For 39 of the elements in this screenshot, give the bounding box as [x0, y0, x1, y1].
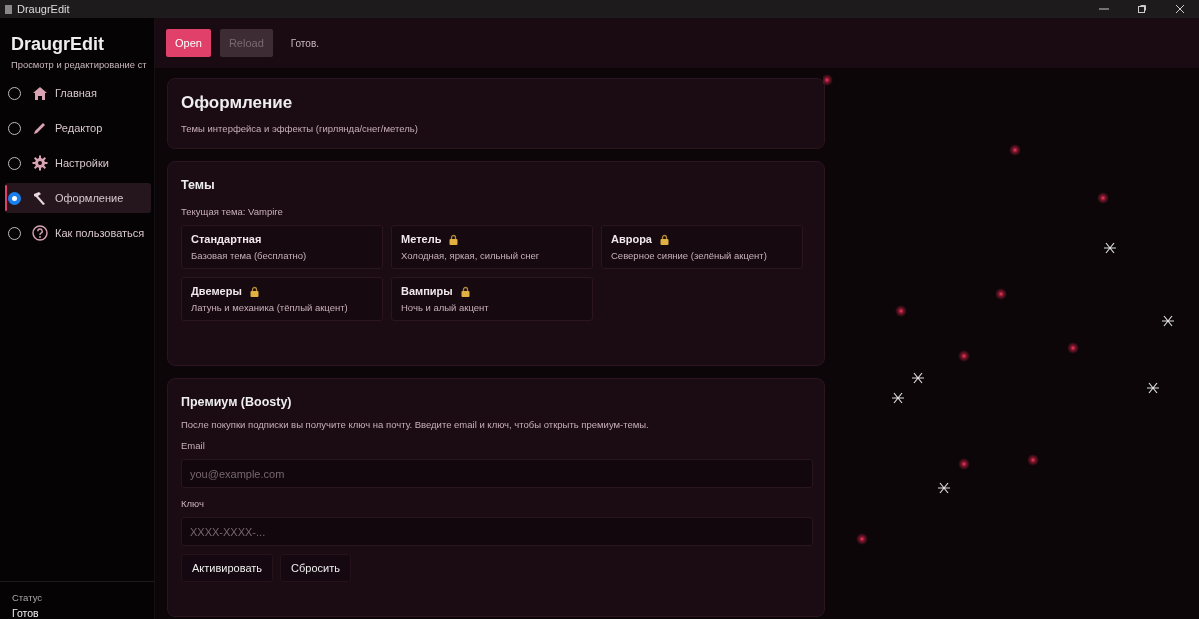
status-value: Готов	[12, 607, 40, 619]
nav-item[interactable]: Редактор	[5, 113, 151, 143]
theme-description: Латунь и механика (тёплый акцент)	[191, 302, 349, 313]
window-title: DraugrEdit	[17, 3, 71, 15]
action-button[interactable]: Активировать	[181, 554, 274, 582]
theme-option[interactable]: Двемеры Латунь и механика (тёплый акцент)	[181, 277, 383, 321]
theme-option[interactable]: Вампиры Ночь и алый акцент	[391, 277, 593, 321]
nav-item[interactable]: Как пользоваться	[5, 218, 151, 248]
theme-name: Двемеры	[191, 285, 242, 297]
premium-description: После покупки подписки вы получите ключ на почту. Введите email и ключ, чтобы открыть премиум-темы.	[181, 419, 650, 430]
nav-item[interactable]: Оформление	[5, 183, 151, 213]
action-button[interactable]: Сбросить	[280, 554, 351, 582]
field-label: Ключ	[181, 498, 205, 509]
theme-description: Ночь и алый акцент	[401, 302, 490, 313]
theme-name: Стандартная	[191, 233, 262, 245]
theme-name: Аврора	[611, 233, 652, 245]
field-label: Email	[181, 440, 206, 451]
current-theme-text: Текущая тема: Vampire	[181, 206, 284, 217]
input-field[interactable]: you@example.com	[181, 459, 813, 488]
theme-description: Холодная, яркая, сильный снег	[401, 250, 541, 261]
app-subtitle: Просмотр и редактирование ст	[11, 59, 148, 70]
section-title: Темы	[181, 178, 216, 192]
toolbar-button[interactable]: Open	[166, 29, 211, 57]
theme-name: Вампиры	[401, 285, 453, 297]
status-text: Готов.	[290, 37, 319, 49]
theme-description: Северное сияние (зелёный акцент)	[611, 250, 768, 261]
status-label: Статус	[12, 592, 44, 603]
theme-option[interactable]: Стандартная Базовая тема (бесплатно)	[181, 225, 383, 269]
page-title: Оформление	[181, 93, 294, 113]
nav-item[interactable]: Главная	[5, 78, 151, 108]
page-subtitle: Темы интерфейса и эффекты (гирлянда/снег/метель)	[181, 123, 419, 134]
theme-option[interactable]: Аврора Северное сияние (зелёный акцент)	[601, 225, 803, 269]
theme-name: Метель	[401, 233, 442, 245]
theme-description: Базовая тема (бесплатно)	[191, 250, 308, 261]
theme-option[interactable]: Метель Холодная, яркая, сильный снег	[391, 225, 593, 269]
input-field[interactable]: XXXX-XXXX-...	[181, 517, 813, 546]
nav-item[interactable]: Настройки	[5, 148, 151, 178]
section-title: Премиум (Boosty)	[181, 395, 293, 409]
app-title: DraugrEdit	[11, 34, 105, 55]
